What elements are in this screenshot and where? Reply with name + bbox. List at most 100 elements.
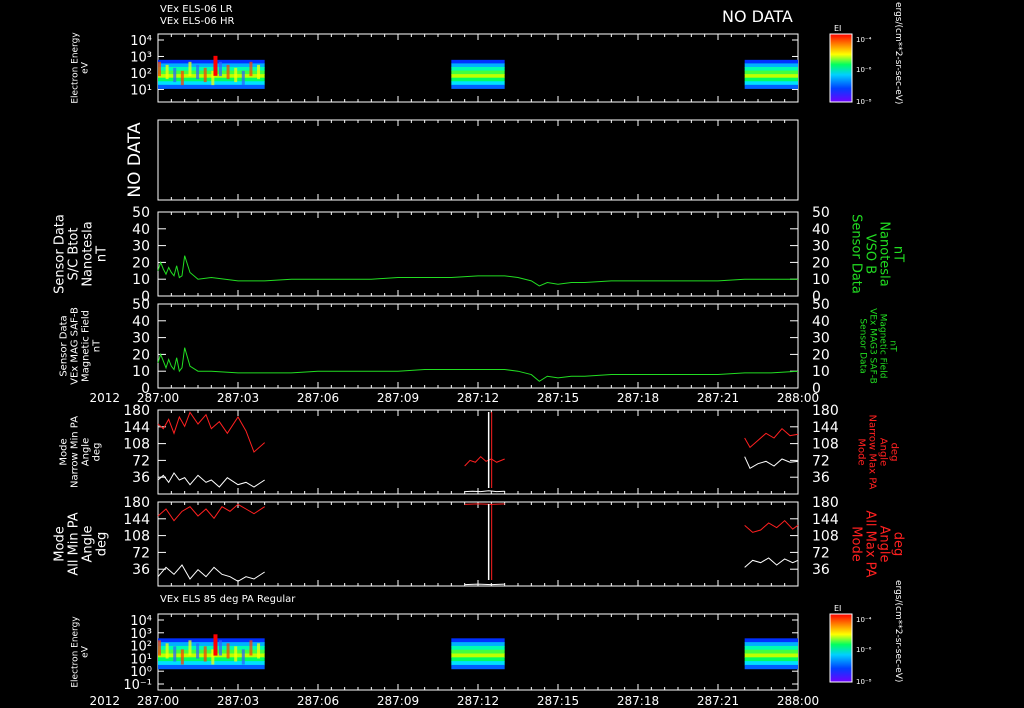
- ytick-l-5-1: 72: [132, 545, 150, 561]
- ytick-r-5-3: 144: [812, 512, 839, 528]
- spectro-band-6-1-4: [451, 653, 505, 658]
- spectro-ylabel-0-1: eV: [81, 61, 91, 74]
- spectro-texture-6-13: [257, 643, 261, 659]
- spectro-texture-6-6: [203, 646, 207, 662]
- header-line2: VEx ELS-06 HR: [160, 16, 235, 27]
- spectro-band-0-2-6: [744, 81, 798, 86]
- time-axis-bottom-tick-6: 287:18: [617, 694, 659, 708]
- header-no-data: NO DATA: [722, 7, 793, 26]
- rlabel-btot-0: Sensor Data: [849, 214, 864, 294]
- spectro-texture-0-5: [196, 64, 200, 80]
- ytick-l-5-0: 36: [132, 562, 150, 578]
- ytick-r-5-2: 108: [812, 529, 839, 545]
- panel5-title: VEx ELS 85 deg PA Regular: [160, 594, 296, 605]
- ytick-r-3-4: 40: [812, 314, 830, 330]
- ytick-l-2-4: 40: [132, 222, 150, 238]
- spectro-band-0-2-3: [744, 70, 798, 75]
- ylabel-mag-field-1: VEx MAG SAF-B: [70, 307, 81, 385]
- colorbar-top-tick-0: 10⁻⁴: [856, 36, 872, 44]
- colorbar-bottom-tick-0: 10⁻⁴: [856, 616, 872, 624]
- spectro-band-0-1-5: [451, 77, 505, 82]
- rlabel-all-pa-2: Angle: [877, 526, 892, 563]
- rlabel-mag-field-0: Sensor Data: [858, 318, 868, 373]
- spectro-band-6-1-6: [451, 661, 505, 666]
- spectro-band-6-0-7: [158, 664, 265, 670]
- ylabel-narrow-pa-2: Angle: [81, 438, 92, 466]
- spectro-texture-0-2: [173, 67, 177, 83]
- ytick-l-3-4: 40: [132, 314, 150, 330]
- time-axis-mid-tick-7: 287:21: [697, 391, 739, 405]
- time-axis-bottom-tick-0: 287:00: [137, 694, 179, 708]
- spectro-texture-6-9: [226, 643, 230, 659]
- colorbar-bottom-unit: ergs/(cm**2-sr-sec-eV): [893, 580, 903, 682]
- ytick-r-4-0: 36: [812, 470, 830, 486]
- rlabel-narrow-pa-0: Mode: [856, 438, 867, 465]
- panel-frame-2: [157, 211, 799, 297]
- spectro-band-6-1-3: [451, 649, 505, 655]
- spectro-texture-6-3: [180, 649, 184, 665]
- spectro-band-0-1-3: [451, 70, 505, 75]
- rlabel-mag-field-2: Magnetic Field: [878, 314, 888, 379]
- spectro-texture-0-0: [158, 61, 161, 77]
- spectro-band-6-2-1: [744, 642, 798, 647]
- ylabel-btot-0: Sensor Data: [53, 214, 68, 294]
- spectro-ylabel-6-0: Electron Energy: [71, 616, 81, 688]
- ytick-l-4-2: 108: [123, 437, 150, 453]
- ytick-r-4-4: 180: [812, 403, 839, 419]
- ytick-l-4-3: 144: [123, 420, 150, 436]
- ylabel-narrow-pa-0: Mode: [59, 438, 70, 465]
- time-axis-bottom-year: 2012: [89, 694, 120, 708]
- series-all-pa-max_series-2: [744, 519, 799, 533]
- time-axis-bottom-tick-7: 287:21: [697, 694, 739, 708]
- spectro-band-0-2-5: [744, 77, 798, 82]
- spectro-ylabel-0-0: Electron Energy: [71, 32, 81, 104]
- ytick-l-3-3: 30: [132, 331, 150, 347]
- ytick-l-5-3: 144: [123, 512, 150, 528]
- spectro-texture-0-1: [165, 64, 169, 80]
- ytick-r-3-3: 30: [812, 331, 830, 347]
- spectro-band-6-2-5: [744, 657, 798, 662]
- series-all-pa-min_series-2: [744, 557, 799, 568]
- ylabel-all-pa-2: Angle: [81, 526, 96, 563]
- ylabel-mag-field-3: nT: [92, 339, 103, 352]
- spectro-texture-0-6: [203, 67, 207, 83]
- spectro-texture-6-1: [165, 643, 169, 659]
- spectro-band-0-2-0: [744, 59, 798, 64]
- spectro-band-0-0-1: [158, 63, 265, 68]
- colorbar-bottom-tick-2: 10⁻⁸: [856, 678, 872, 686]
- ytick-l-2-2: 20: [132, 255, 150, 271]
- time-axis-bottom-tick-8: 288:00: [777, 694, 819, 708]
- spectro-ytick-0-2: 10²: [130, 67, 152, 82]
- rlabel-mag-field-1: VEx MAG3 SAF-B: [868, 308, 878, 384]
- time-axis-bottom-tick-2: 287:06: [297, 694, 339, 708]
- series-line-mag-field: [157, 347, 799, 382]
- spectro-band-6-1-1: [451, 642, 505, 647]
- rlabel-narrow-pa-2: Angle: [878, 438, 889, 466]
- series-narrow-pa-min_series-1: [464, 490, 505, 493]
- colorbar-bottom-label: EI: [834, 604, 841, 613]
- ylabel-btot-2: Nanotesla: [81, 221, 96, 286]
- time-axis-bottom-tick-5: 287:15: [537, 694, 579, 708]
- ytick-r-3-2: 20: [812, 347, 830, 363]
- spectro-band-6-2-6: [744, 661, 798, 666]
- time-axis-mid-tick-5: 287:15: [537, 391, 579, 405]
- ytick-l-2-3: 30: [132, 239, 150, 255]
- spectro-texture-0-12: [249, 61, 253, 77]
- time-axis-mid-year: 2012: [89, 391, 120, 405]
- spectro-texture-6-0: [158, 640, 161, 656]
- spectro-band-6-1-7: [451, 664, 505, 670]
- spectro-band-0-2-2: [744, 66, 798, 72]
- spectro-ytick-0-3: 10¹: [130, 83, 152, 98]
- ytick-l-2-5: 50: [132, 205, 150, 221]
- spectro-band-0-2-4: [744, 74, 798, 79]
- ytick-l-4-1: 72: [132, 453, 150, 469]
- time-axis-mid-tick-1: 287:03: [217, 391, 259, 405]
- spectro-texture-0-9: [226, 64, 230, 80]
- colorbar-top-label: EI: [834, 24, 841, 33]
- time-axis-mid-tick-4: 287:12: [457, 391, 499, 405]
- rlabel-narrow-pa-1: Narrow Max PA: [867, 415, 878, 490]
- ylabel-all-pa-0: Mode: [53, 526, 68, 561]
- spectro-texture-6-11: [241, 649, 245, 665]
- spectro-band-6-1-5: [451, 657, 505, 662]
- spectro-texture-0-13: [257, 64, 261, 80]
